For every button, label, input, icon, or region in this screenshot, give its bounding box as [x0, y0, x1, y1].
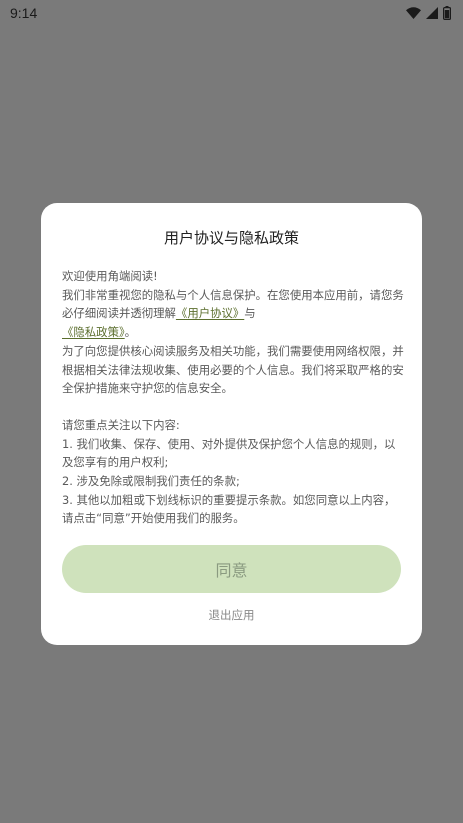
dialog-title: 用户协议与隐私政策: [163, 229, 299, 247]
focus-item: 3. 其他以加粗或下划线标识的重要提示条款。如您同意以上内容，请点击“同意”开始…: [62, 492, 396, 526]
focus-intro: 请您重点关注以下内容:: [62, 417, 180, 432]
exit-app-button[interactable]: 退出应用: [41, 607, 422, 623]
status-time: 9:14: [10, 5, 38, 21]
focus-item: 2. 涉及免除或限制我们责任的条款;: [62, 474, 240, 489]
permission-paragraph: 为了向您提供核心阅读服务及相关功能，我们需要使用网络权限，并根据相关法律法规收集…: [62, 343, 404, 396]
dialog-body: 欢迎使用角端阅读! 我们非常重视您的隐私与个人信息保护。在您使用本应用前，请您务…: [62, 267, 404, 528]
cellular-signal-icon: [426, 7, 438, 19]
privacy-policy-link[interactable]: 《隐私政策》: [62, 325, 125, 339]
welcome-text: 欢迎使用角端阅读!: [62, 269, 158, 283]
privacy-consent-dialog: 用户协议与隐私政策 欢迎使用角端阅读! 我们非常重视您的隐私与个人信息保护。在您…: [41, 203, 422, 645]
user-agreement-link[interactable]: 《用户协议》: [176, 306, 244, 320]
wifi-icon: [406, 7, 421, 19]
agreement-paragraph: 我们非常重视您的隐私与个人信息保护。在您使用本应用前，请您务必仔细阅读并透彻理解…: [62, 286, 404, 342]
focus-item: 1. 我们收集、保存、使用、对外提供及保护您个人信息的规则，以及您享有的用户权利…: [62, 436, 396, 470]
agreement-end-text: 。: [124, 325, 137, 340]
battery-icon: [443, 6, 451, 20]
status-bar: 9:14: [0, 0, 463, 26]
agreement-and-text: 与: [244, 306, 256, 321]
agree-button[interactable]: 同意: [62, 545, 401, 593]
status-icons: [406, 6, 451, 20]
